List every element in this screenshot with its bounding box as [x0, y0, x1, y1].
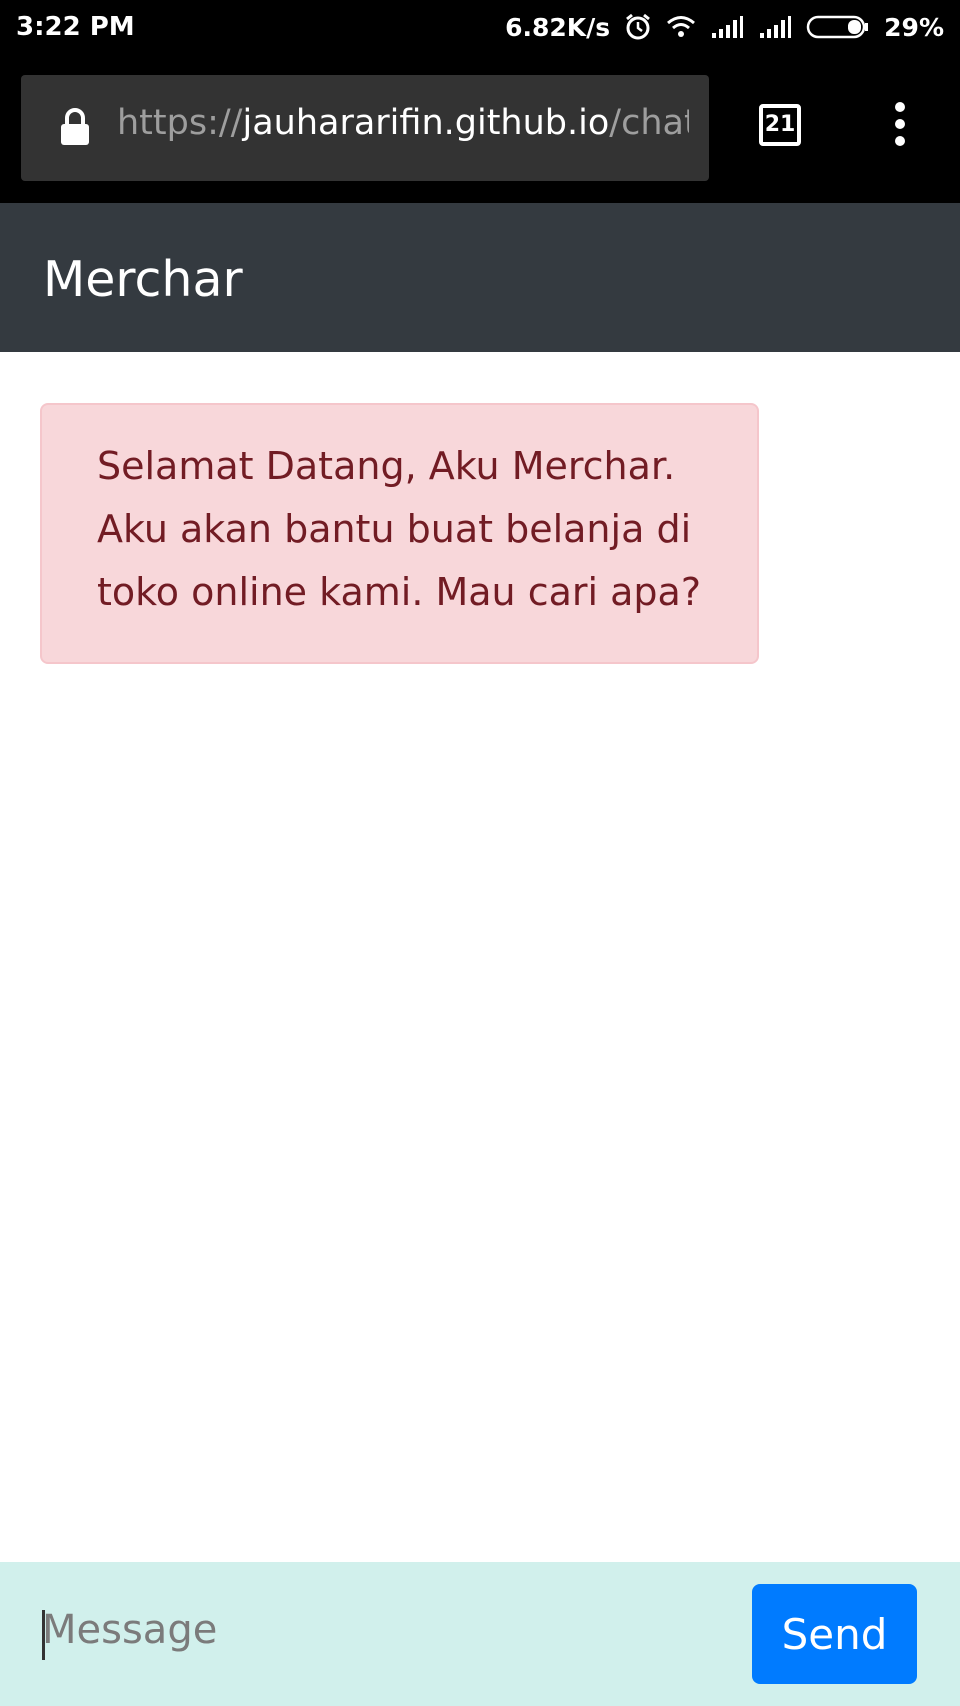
text-caret	[42, 1610, 45, 1660]
bot-message-bubble: Selamat Datang, Aku Merchar. Aku akan ba…	[40, 403, 759, 664]
status-bar: 3:22 PM 6.82K/s 29%	[0, 0, 960, 54]
lock-icon	[59, 107, 91, 152]
app-title: Merchar	[43, 251, 243, 308]
wifi-icon	[666, 15, 696, 39]
url-path: /chatbc	[609, 103, 689, 143]
message-composer: Send	[0, 1562, 960, 1706]
alarm-icon	[624, 13, 652, 41]
tab-switcher-button[interactable]: 21	[759, 104, 801, 146]
status-time: 3:22 PM	[16, 12, 135, 42]
signal-icon	[710, 15, 744, 39]
chat-area[interactable]: Selamat Datang, Aku Merchar. Aku akan ba…	[0, 352, 960, 1562]
app-header: Merchar	[0, 203, 960, 352]
battery-icon	[806, 15, 870, 39]
send-button[interactable]: Send	[752, 1584, 917, 1684]
signal-icon	[758, 15, 792, 39]
overflow-menu-icon[interactable]	[880, 100, 920, 150]
url-text[interactable]: https://jauhararifin.github.io/chatbc	[117, 103, 689, 143]
url-bar[interactable]: https://jauhararifin.github.io/chatbc	[21, 75, 709, 181]
url-host: jauhararifin.github.io	[242, 103, 610, 143]
network-speed: 6.82K/s	[505, 12, 611, 42]
battery-level: 29%	[884, 12, 944, 42]
url-scheme: https://	[117, 103, 243, 143]
status-icons: 6.82K/s 29%	[505, 10, 944, 44]
browser-toolbar: https://jauhararifin.github.io/chatbc 21	[0, 54, 960, 203]
message-input[interactable]	[42, 1580, 722, 1680]
